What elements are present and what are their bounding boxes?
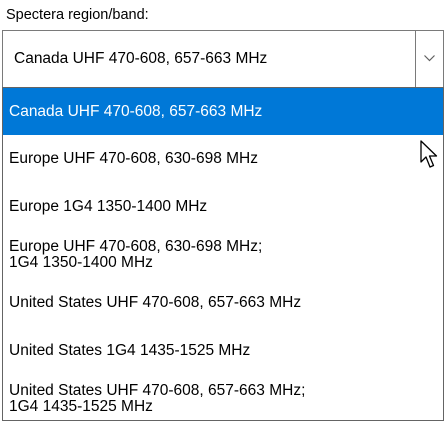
- region-band-combobox[interactable]: Canada UHF 470-608, 657-663 MHz: [2, 30, 444, 88]
- option-europe-1g4[interactable]: Europe 1G4 1350-1400 MHz: [3, 183, 443, 230]
- option-line: Europe 1G4 1350-1400 MHz: [9, 197, 208, 215]
- region-band-label: Spectera region/band:: [6, 7, 149, 23]
- chevron-down-icon: [424, 55, 435, 62]
- option-line: Europe UHF 470-608, 630-698 MHz: [9, 149, 258, 167]
- option-line: 1G4 1350-1400 MHz: [9, 253, 153, 271]
- option-europe-uhf[interactable]: Europe UHF 470-608, 630-698 MHz: [3, 135, 443, 182]
- option-line: United States 1G4 1435-1525 MHz: [9, 341, 251, 359]
- option-line: United States UHF 470-608, 657-663 MHz: [9, 293, 302, 311]
- option-canada-uhf[interactable]: Canada UHF 470-608, 657-663 MHz: [3, 88, 443, 135]
- option-us-uhf-1g4[interactable]: United States UHF 470-608, 657-663 MHz; …: [3, 375, 443, 420]
- option-line: 1G4 1435-1525 MHz: [9, 397, 153, 415]
- region-band-dropdown-list[interactable]: Canada UHF 470-608, 657-663 MHz Europe U…: [2, 87, 444, 421]
- option-us-1g4[interactable]: United States 1G4 1435-1525 MHz: [3, 327, 443, 374]
- option-us-uhf[interactable]: United States UHF 470-608, 657-663 MHz: [3, 279, 443, 326]
- combobox-selected-value: Canada UHF 470-608, 657-663 MHz: [14, 50, 268, 67]
- option-europe-uhf-1g4[interactable]: Europe UHF 470-608, 630-698 MHz; 1G4 135…: [3, 231, 443, 278]
- option-line: Europe UHF 470-608, 630-698 MHz;: [9, 237, 263, 255]
- dropdown-button[interactable]: [415, 31, 443, 87]
- option-line: Canada UHF 470-608, 657-663 MHz: [9, 102, 263, 120]
- option-line: United States UHF 470-608, 657-663 MHz;: [9, 381, 306, 399]
